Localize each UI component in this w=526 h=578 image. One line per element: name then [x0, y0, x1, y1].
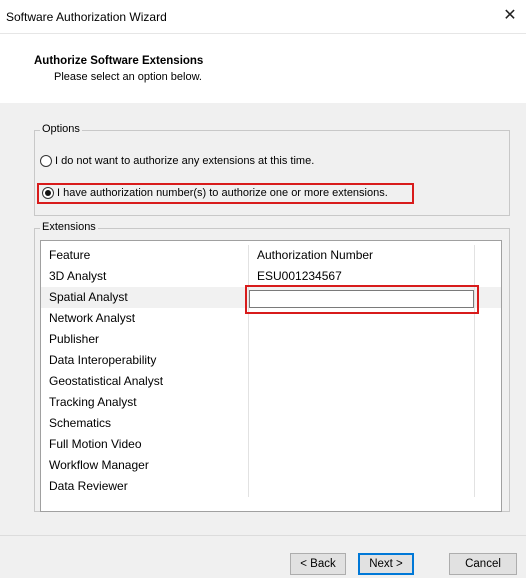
authorization-number-cell[interactable] — [249, 413, 475, 434]
extra-cell — [475, 371, 501, 392]
table-row[interactable]: Data Reviewer — [41, 476, 501, 497]
extensions-grid: Feature Authorization Number 3D Analyst … — [40, 240, 502, 512]
table-row[interactable]: Full Motion Video — [41, 434, 501, 455]
page-title: Authorize Software Extensions — [34, 55, 204, 67]
feature-cell: Network Analyst — [41, 308, 249, 329]
column-header-feature[interactable]: Feature — [41, 245, 249, 266]
footer-divider — [0, 535, 526, 536]
radio-label-no-extensions: I do not want to authorize any extension… — [55, 155, 315, 167]
cancel-button[interactable]: Cancel — [449, 553, 517, 575]
authorization-number-cell[interactable] — [249, 434, 475, 455]
feature-cell: Publisher — [41, 329, 249, 350]
feature-cell: Schematics — [41, 413, 249, 434]
radio-have-authorization[interactable]: I have authorization number(s) to author… — [42, 187, 388, 199]
grid-header-row: Feature Authorization Number — [41, 245, 501, 266]
highlight-authorization-input — [245, 285, 479, 314]
extra-cell — [475, 350, 501, 371]
extra-cell — [475, 476, 501, 497]
authorization-number-cell[interactable] — [249, 455, 475, 476]
authorization-number-cell[interactable] — [249, 350, 475, 371]
authorization-number-cell[interactable] — [249, 476, 475, 497]
table-row[interactable]: Publisher — [41, 329, 501, 350]
column-header-extra — [475, 245, 501, 266]
radio-no-extensions[interactable]: I do not want to authorize any extension… — [40, 155, 314, 167]
extra-cell — [475, 434, 501, 455]
authorization-number-cell[interactable] — [249, 371, 475, 392]
feature-cell: Tracking Analyst — [41, 392, 249, 413]
table-row[interactable]: Geostatistical Analyst — [41, 371, 501, 392]
close-icon[interactable]: ✕ — [500, 6, 520, 26]
feature-cell: Spatial Analyst — [41, 287, 249, 308]
feature-cell: Data Reviewer — [41, 476, 249, 497]
table-row[interactable]: Workflow Manager — [41, 455, 501, 476]
authorization-number-cell[interactable] — [249, 329, 475, 350]
options-group-label: Options — [40, 123, 82, 135]
extra-cell — [475, 413, 501, 434]
page-subtitle: Please select an option below. — [54, 71, 202, 83]
table-row[interactable]: Tracking Analyst — [41, 392, 501, 413]
extra-cell — [475, 329, 501, 350]
back-button[interactable]: < Back — [290, 553, 346, 575]
extra-cell — [475, 392, 501, 413]
radio-label-have-authorization: I have authorization number(s) to author… — [57, 187, 388, 199]
table-row[interactable]: Data Interoperability — [41, 350, 501, 371]
next-button[interactable]: Next > — [358, 553, 414, 575]
feature-cell: 3D Analyst — [41, 266, 249, 287]
authorization-number-cell[interactable]: ESU001234567 — [249, 266, 475, 287]
extensions-group-label: Extensions — [40, 221, 98, 233]
authorization-number-cell[interactable] — [249, 392, 475, 413]
extra-cell — [475, 266, 501, 287]
feature-cell: Geostatistical Analyst — [41, 371, 249, 392]
feature-cell: Data Interoperability — [41, 350, 249, 371]
radio-button-have-authorization[interactable] — [42, 187, 54, 199]
radio-button-no-extensions[interactable] — [40, 155, 52, 167]
feature-cell: Workflow Manager — [41, 455, 249, 476]
table-row[interactable]: Schematics — [41, 413, 501, 434]
window-title: Software Authorization Wizard — [6, 10, 167, 24]
wizard-header: Authorize Software Extensions Please sel… — [0, 33, 526, 104]
feature-cell: Full Motion Video — [41, 434, 249, 455]
title-bar: Software Authorization Wizard ✕ — [0, 0, 526, 33]
extra-cell — [475, 455, 501, 476]
table-row[interactable]: 3D Analyst ESU001234567 — [41, 266, 501, 287]
column-header-authorization-number[interactable]: Authorization Number — [249, 245, 475, 266]
